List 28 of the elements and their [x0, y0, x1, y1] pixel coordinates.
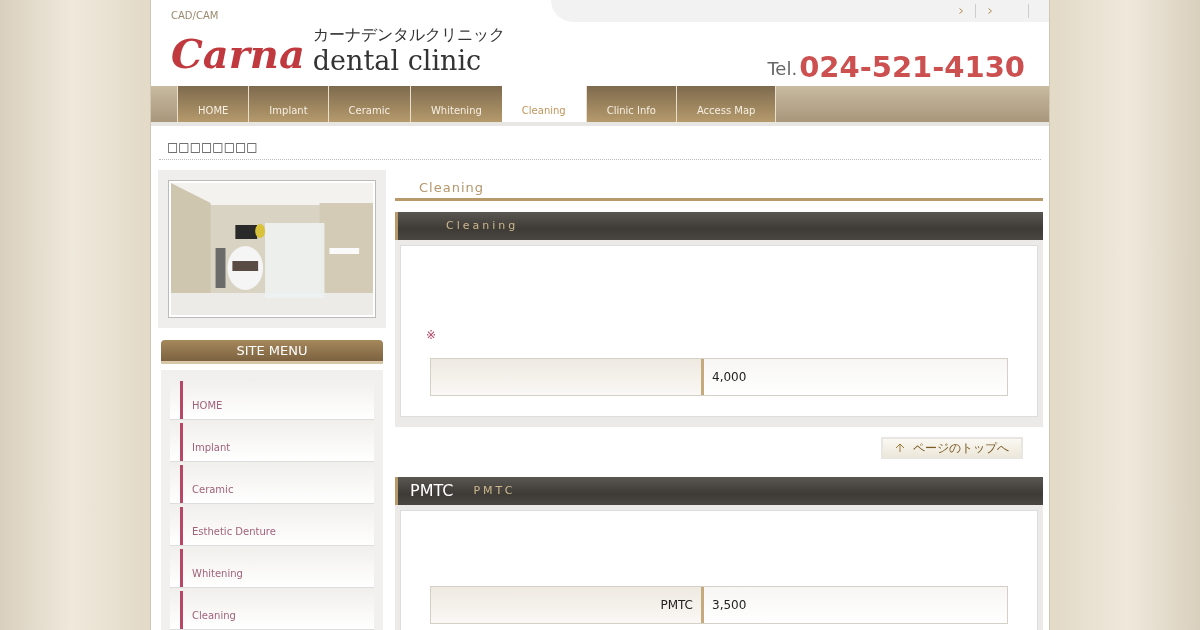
chevron-icon[interactable] — [988, 8, 992, 14]
up-arrow-icon — [895, 442, 905, 453]
nav-tab[interactable]: Whitening — [409, 86, 502, 122]
back-to-top-button[interactable]: ページのトップへ — [881, 436, 1023, 459]
menu-item[interactable]: HOME — [170, 378, 374, 420]
nav-tab[interactable]: HOME — [177, 86, 249, 122]
menu-item[interactable]: Whitening — [170, 546, 374, 588]
phone-label: Tel. — [767, 57, 798, 81]
breadcrumb: □□□□□□□□ — [167, 138, 258, 156]
menu-item[interactable]: Ceramic — [170, 462, 374, 504]
tagline: CAD/CAM — [171, 9, 220, 23]
section-subtitle: PMTC — [473, 485, 516, 496]
section-subtitle: Cleaning — [446, 220, 519, 231]
menu-item[interactable]: Esthetic Denture — [170, 504, 374, 546]
nav-tab[interactable]: Implant — [248, 86, 328, 122]
price-label: PMTC — [431, 586, 704, 623]
note-mark: ※ — [426, 326, 438, 344]
menu-title: SITE MENU — [236, 341, 308, 360]
section-title: PMTC — [410, 482, 454, 499]
page-title: Cleaning — [419, 179, 484, 197]
nav-tab[interactable]: Access Map — [675, 86, 776, 122]
nav-tab[interactable]: Ceramic — [327, 86, 410, 122]
menu-item[interactable]: Cleaning — [170, 588, 374, 630]
nav-tab[interactable]: Cleaning — [501, 86, 586, 122]
chevron-icon[interactable] — [959, 8, 963, 14]
phone-number[interactable]: 024-521-4130 — [799, 53, 1025, 82]
menu-item[interactable]: Implant — [170, 420, 374, 462]
nav-tab[interactable]: Clinic Info — [585, 86, 676, 122]
